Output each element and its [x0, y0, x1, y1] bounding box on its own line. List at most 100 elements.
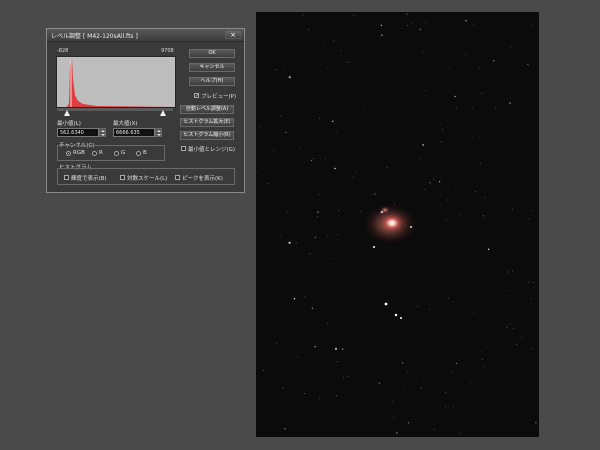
- star: [318, 194, 320, 195]
- star: [412, 22, 413, 24]
- show-peak-label: ピークを表示(K): [182, 176, 223, 182]
- star: [480, 162, 482, 164]
- star: [419, 28, 422, 30]
- star: [363, 105, 364, 107]
- star: [471, 137, 473, 139]
- star: [507, 271, 508, 273]
- star: [422, 144, 424, 146]
- star: [445, 406, 446, 408]
- histogram-graph[interactable]: [56, 56, 176, 108]
- log-scale-checkbox[interactable]: [120, 175, 125, 180]
- star: [442, 129, 444, 131]
- max-slider-triangle-icon[interactable]: [160, 110, 166, 116]
- histogram-reduce-button[interactable]: ヒストグラム縮小(R): [180, 131, 234, 140]
- star: [324, 158, 326, 160]
- star: [300, 146, 302, 148]
- star: [454, 95, 456, 98]
- star: [288, 76, 291, 79]
- star: [386, 166, 388, 168]
- star: [512, 208, 513, 210]
- star: [429, 308, 430, 310]
- star: [332, 258, 334, 259]
- close-button[interactable]: ×: [225, 30, 241, 39]
- star: [425, 90, 427, 92]
- star: [396, 432, 398, 434]
- star: [432, 178, 434, 180]
- dialog-title: レベル調整 [ M42-120sAll.fts ]: [51, 33, 138, 40]
- star: [287, 211, 288, 213]
- max-level-spinner[interactable]: [155, 128, 162, 137]
- star: [482, 215, 484, 217]
- help-button[interactable]: ヘルプ(H): [189, 77, 235, 86]
- star: [380, 24, 383, 26]
- min-level-label: 最小値(L): [57, 121, 81, 127]
- preview-label: プレビュー(P): [201, 94, 237, 100]
- star: [319, 117, 321, 119]
- star: [396, 282, 398, 283]
- cancel-button[interactable]: キャンセル: [189, 63, 235, 72]
- star: [285, 131, 287, 134]
- star: [509, 102, 511, 104]
- ok-button[interactable]: OK: [189, 49, 235, 58]
- star: [451, 372, 453, 373]
- star: [497, 221, 498, 223]
- min-slider-triangle-icon[interactable]: [64, 110, 70, 116]
- star: [465, 53, 466, 55]
- star: [334, 122, 335, 124]
- max-level-input[interactable]: 6666.635: [113, 128, 155, 137]
- star: [527, 64, 529, 66]
- histogram-enlarge-button[interactable]: ヒストグラム拡大(E): [180, 118, 234, 127]
- star: [343, 377, 345, 379]
- star: [509, 323, 511, 325]
- star: [458, 214, 460, 215]
- star: [407, 25, 408, 26]
- star: [418, 158, 420, 160]
- star: [308, 29, 310, 31]
- star: [528, 218, 529, 220]
- star: [512, 270, 513, 272]
- star: [531, 210, 532, 212]
- auto-level-button[interactable]: 自動レベル調整(A): [180, 105, 234, 114]
- star: [282, 388, 284, 389]
- channel-b-label: B: [143, 150, 147, 156]
- star: [469, 381, 471, 383]
- star-field-image: [257, 13, 537, 434]
- nebula-companion: [380, 206, 390, 214]
- star: [336, 122, 338, 124]
- channel-r-radio[interactable]: [92, 151, 97, 156]
- star: [441, 141, 442, 142]
- star: [310, 159, 313, 162]
- star: [473, 24, 475, 26]
- star: [438, 180, 441, 183]
- star: [311, 307, 314, 309]
- star: [393, 417, 395, 418]
- star: [473, 313, 475, 315]
- preview-checkbox[interactable]: ✓: [194, 93, 199, 99]
- star: [447, 199, 448, 201]
- bright-star: [400, 317, 402, 319]
- star: [420, 387, 422, 389]
- star: [472, 107, 473, 109]
- star: [532, 348, 533, 350]
- channel-b-radio[interactable]: [136, 151, 141, 156]
- star: [482, 366, 484, 367]
- star: [520, 337, 522, 338]
- channel-g-radio[interactable]: [114, 151, 119, 156]
- bright-star: [394, 313, 398, 317]
- star: [296, 242, 297, 244]
- min-max-range-checkbox[interactable]: [181, 146, 186, 151]
- star: [273, 150, 275, 151]
- show-peak-checkbox[interactable]: [175, 175, 180, 180]
- star: [458, 432, 460, 434]
- title-bar[interactable]: レベル調整 [ M42-120sAll.fts ] ×: [47, 29, 244, 42]
- star: [371, 194, 373, 196]
- star: [475, 191, 476, 193]
- channel-rgb-radio[interactable]: [66, 151, 71, 156]
- min-level-spinner[interactable]: [99, 128, 106, 137]
- bright-star: [373, 246, 375, 248]
- star: [338, 210, 340, 212]
- luminance-checkbox[interactable]: [64, 175, 69, 180]
- star: [479, 68, 480, 69]
- min-max-range-label: 最小値とレンジ(G): [188, 147, 236, 153]
- min-level-input[interactable]: 562.6340: [57, 128, 99, 137]
